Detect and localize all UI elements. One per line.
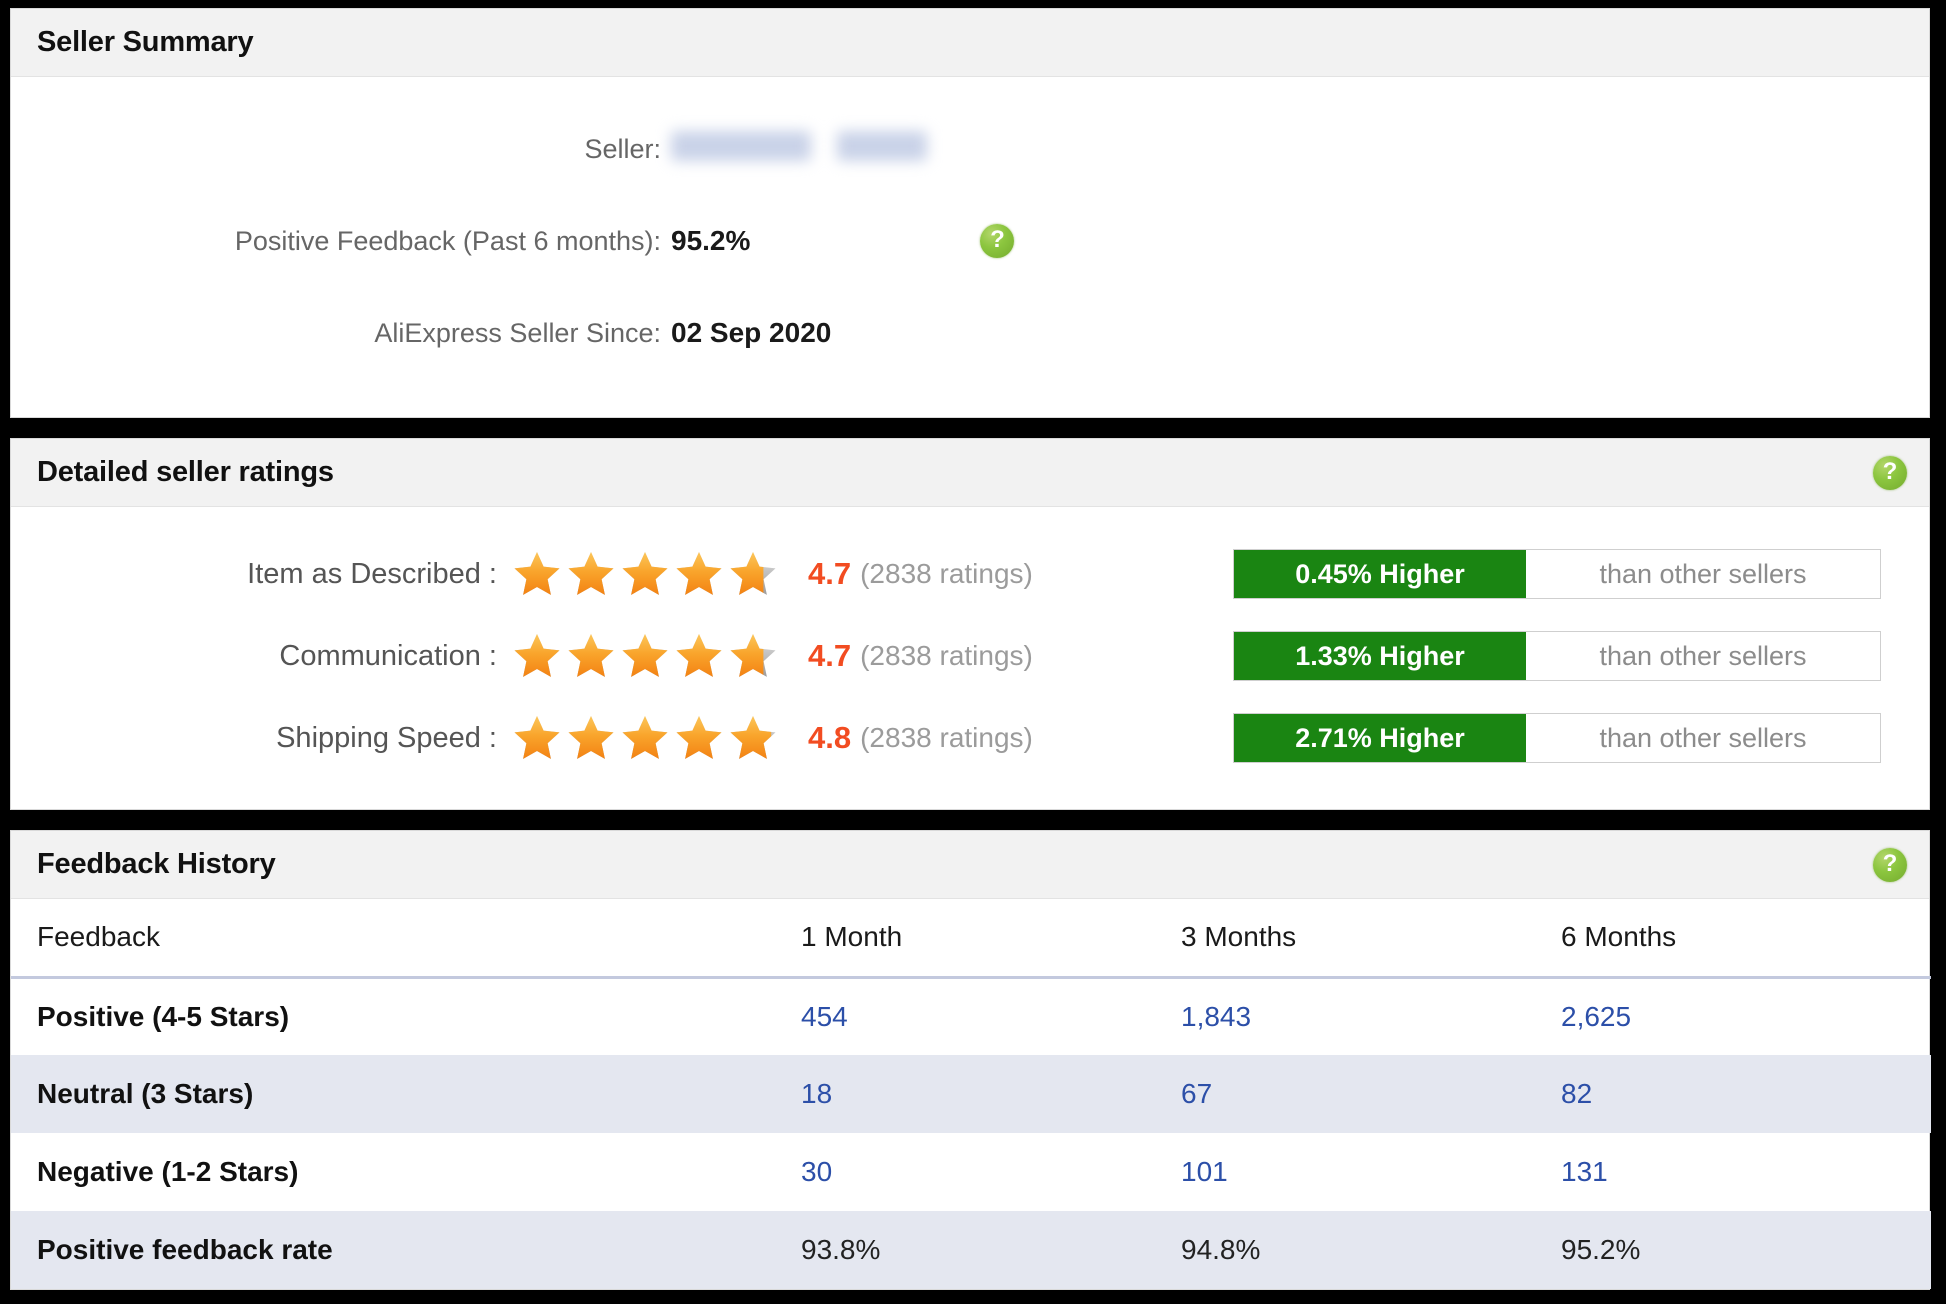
row-label-negative: Negative (1-2 Stars) (37, 1156, 299, 1187)
star-icon (727, 713, 779, 763)
star-rating (511, 713, 786, 763)
help-question-icon[interactable]: ? (1873, 847, 1907, 882)
table-header: Feedback 1 Month 3 Months 6 Months (11, 899, 1931, 977)
table-row: Positive feedback rate 93.8% 94.8% 95.2% (11, 1211, 1931, 1289)
dsr-row-item-as-described: Item as Described : 4.7 (2838 ratings) 0… (11, 533, 1929, 615)
star-icon (673, 549, 725, 599)
page-title: Seller Summary (37, 26, 254, 58)
help-question-icon[interactable]: ? (980, 224, 1015, 258)
cell-positive-6-months[interactable]: 2,625 (1561, 977, 1931, 1055)
comparison-bar: 0.45% Higher than other sellers (1233, 549, 1881, 599)
star-icon (565, 713, 617, 763)
table-row: Negative (1-2 Stars) 30 101 131 (11, 1133, 1931, 1211)
cell-positive-3-months[interactable]: 1,843 (1181, 977, 1561, 1055)
redacted-seller-name (671, 130, 927, 161)
column-header-6-months: 6 Months (1561, 921, 1677, 953)
summary-label-seller-since: AliExpress Seller Since: (374, 317, 661, 348)
feedback-history-title: Feedback History (37, 848, 276, 880)
seller-summary-panel: Seller Summary Seller: Positive Feedback… (10, 8, 1930, 418)
summary-value-seller-since: 02 Sep 2020 (671, 317, 832, 348)
summary-row-seller: Seller: (11, 103, 1929, 195)
dsr-label: Item as Described : (247, 557, 497, 590)
help-question-icon[interactable]: ? (1873, 455, 1907, 490)
summary-label-seller: Seller: (584, 133, 661, 164)
detailed-seller-ratings-body: Item as Described : 4.7 (2838 ratings) 0… (11, 507, 1929, 809)
cell-positive-1-month[interactable]: 454 (801, 977, 1181, 1055)
dsr-label: Shipping Speed : (276, 721, 497, 754)
summary-row-seller-since: AliExpress Seller Since: 02 Sep 2020 (11, 287, 1929, 379)
comparison-bar: 2.71% Higher than other sellers (1233, 713, 1881, 763)
star-icon (727, 549, 779, 599)
table-body: Positive (4-5 Stars) 454 1,843 2,625 Neu… (11, 977, 1931, 1289)
cell-rate-1-month: 93.8% (801, 1234, 881, 1265)
cell-neutral-3-months[interactable]: 67 (1181, 1055, 1561, 1133)
dsr-score: 4.7 (808, 556, 852, 591)
dsr-rating-count: (2838 ratings) (860, 640, 1033, 671)
cell-neutral-6-months[interactable]: 82 (1561, 1055, 1931, 1133)
dsr-rating-count: (2838 ratings) (860, 558, 1033, 589)
star-rating (511, 631, 786, 681)
star-icon (727, 631, 779, 681)
summary-value-positive-feedback: 95.2% (671, 225, 751, 256)
summary-row-positive-feedback: Positive Feedback (Past 6 months): 95.2%… (11, 195, 1929, 287)
detailed-seller-ratings-panel: Detailed seller ratings ? Item as Descri… (10, 438, 1930, 810)
star-icon (673, 713, 725, 763)
row-label-positive-rate: Positive feedback rate (37, 1234, 333, 1265)
comparison-label: than other sellers (1599, 640, 1807, 671)
dsr-score: 4.8 (808, 720, 852, 755)
cell-negative-1-month[interactable]: 30 (801, 1133, 1181, 1211)
star-icon (619, 713, 671, 763)
detailed-seller-ratings-help[interactable]: ? (1873, 455, 1907, 490)
summary-label-positive-feedback: Positive Feedback (Past 6 months): (234, 225, 661, 256)
column-header-3-months: 3 Months (1181, 921, 1297, 953)
cell-rate-6-months: 95.2% (1561, 1234, 1641, 1265)
positive-feedback-help[interactable]: ? (980, 224, 1015, 258)
cell-neutral-1-month[interactable]: 18 (801, 1055, 1181, 1133)
table-row: Neutral (3 Stars) 18 67 82 (11, 1055, 1931, 1133)
feedback-history-panel: Feedback History ? Feedback 1 Month 3 Mo… (10, 830, 1931, 1290)
cell-negative-3-months[interactable]: 101 (1181, 1133, 1561, 1211)
comparison-value: 2.71% Higher (1234, 714, 1526, 762)
column-header-feedback: Feedback (37, 921, 160, 953)
row-label-positive: Positive (4-5 Stars) (37, 1000, 290, 1032)
comparison-label: than other sellers (1599, 722, 1807, 753)
star-rating (511, 549, 786, 599)
dsr-label: Communication : (279, 639, 497, 672)
seller-summary-body: Seller: Positive Feedback (Past 6 months… (11, 77, 1929, 417)
comparison-label: than other sellers (1599, 558, 1807, 589)
cell-rate-3-months: 94.8% (1181, 1234, 1261, 1265)
star-icon (619, 631, 671, 681)
feedback-history-body: Feedback 1 Month 3 Months 6 Months Posit… (11, 899, 1931, 1289)
star-icon (511, 549, 563, 599)
comparison-value: 0.45% Higher (1234, 550, 1526, 598)
star-icon (673, 631, 725, 681)
detailed-seller-ratings-title: Detailed seller ratings (37, 456, 334, 488)
star-icon (511, 713, 563, 763)
table-row: Positive (4-5 Stars) 454 1,843 2,625 (11, 977, 1931, 1055)
summary-value-seller (671, 130, 927, 168)
dsr-rating-count: (2838 ratings) (860, 722, 1033, 753)
dsr-row-shipping-speed: Shipping Speed : 4.8 (2838 ratings) 2.71… (11, 697, 1929, 779)
cell-negative-6-months[interactable]: 131 (1561, 1133, 1931, 1211)
dsr-score: 4.7 (808, 638, 852, 673)
row-label-neutral: Neutral (3 Stars) (37, 1078, 254, 1109)
star-icon (565, 549, 617, 599)
detailed-seller-ratings-header: Detailed seller ratings ? (11, 439, 1929, 507)
star-icon (619, 549, 671, 599)
column-header-1-month: 1 Month (801, 921, 903, 953)
seller-summary-header: Seller Summary (11, 9, 1929, 77)
comparison-bar: 1.33% Higher than other sellers (1233, 631, 1881, 681)
comparison-value: 1.33% Higher (1234, 632, 1526, 680)
star-icon (511, 631, 563, 681)
star-icon (565, 631, 617, 681)
dsr-row-communication: Communication : 4.7 (2838 ratings) 1.33%… (11, 615, 1929, 697)
table-header-row: Feedback 1 Month 3 Months 6 Months (11, 899, 1931, 977)
feedback-history-help[interactable]: ? (1873, 847, 1907, 882)
feedback-history-table: Feedback 1 Month 3 Months 6 Months Posit… (11, 899, 1931, 1289)
feedback-page: Seller Summary Seller: Positive Feedback… (0, 0, 1946, 1304)
feedback-history-header: Feedback History ? (11, 831, 1929, 899)
